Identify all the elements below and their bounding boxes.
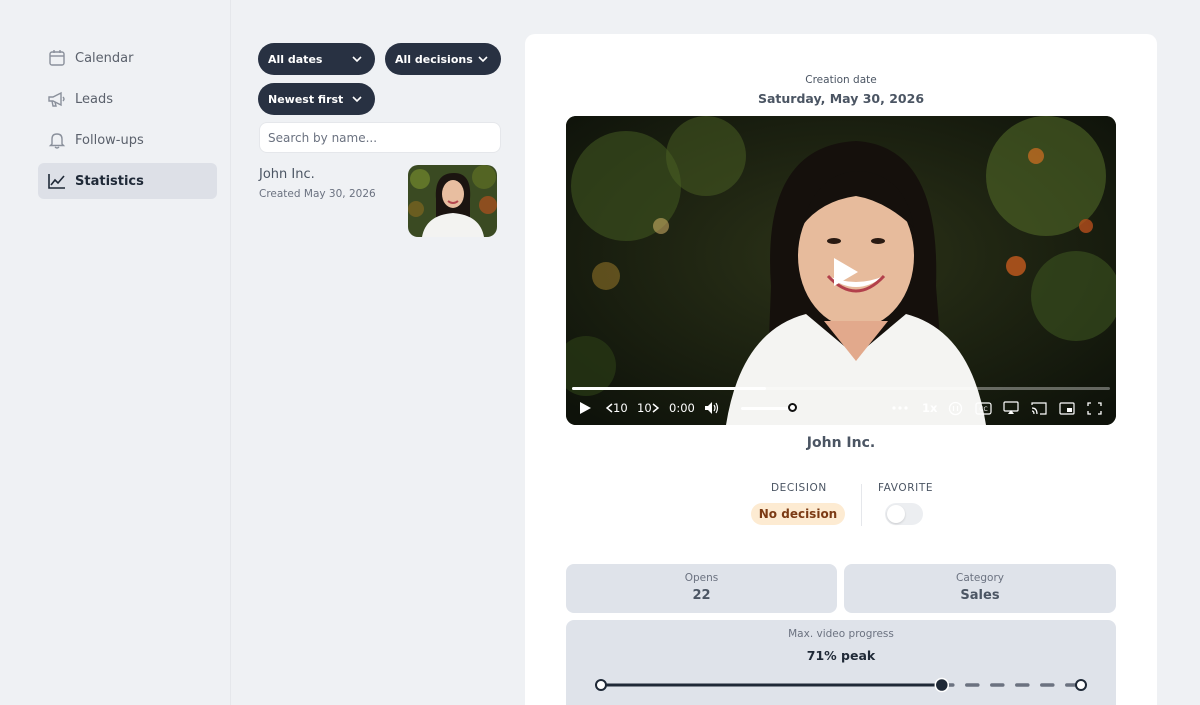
chevron-down-icon bbox=[352, 96, 362, 103]
opens-label: Opens bbox=[684, 572, 719, 584]
favorite-label: FAVORITE bbox=[878, 482, 934, 494]
lead-name: John Inc. bbox=[259, 167, 315, 182]
calendar-icon bbox=[47, 48, 67, 68]
sort-dropdown[interactable]: Newest first bbox=[258, 83, 375, 115]
search-input[interactable] bbox=[259, 122, 501, 153]
rewind-button[interactable]: 10 bbox=[606, 397, 628, 419]
bell-icon bbox=[47, 130, 67, 150]
decision-filter-dropdown[interactable]: All decisions bbox=[385, 43, 501, 75]
lead-detail-panel: Creation date Saturday, May 30, 2026 10 … bbox=[525, 34, 1157, 705]
creation-date: Saturday, May 30, 2026 bbox=[757, 91, 925, 106]
playback-speed[interactable]: 1x bbox=[922, 397, 937, 419]
lead-created-date: Created May 30, 2026 bbox=[259, 188, 376, 200]
sidebar-item-follow-ups[interactable]: Follow-ups bbox=[38, 122, 217, 158]
volume-icon[interactable] bbox=[704, 397, 720, 419]
megaphone-icon bbox=[47, 89, 67, 109]
decision-filter-label: All decisions bbox=[395, 52, 473, 66]
progress-peak-marker bbox=[934, 677, 950, 693]
lead-title: John Inc. bbox=[806, 435, 876, 451]
play-icon[interactable] bbox=[579, 397, 592, 419]
decision-badge[interactable]: No decision bbox=[751, 503, 845, 525]
category-card: Category Sales bbox=[844, 564, 1116, 613]
sidebar-item-label: Calendar bbox=[75, 50, 134, 66]
cast-icon[interactable] bbox=[1031, 397, 1047, 419]
sidebar-item-label: Leads bbox=[75, 91, 114, 107]
opens-value: 22 bbox=[692, 588, 711, 603]
date-filter-dropdown[interactable]: All dates bbox=[258, 43, 375, 75]
svg-text:CC: CC bbox=[979, 406, 987, 413]
category-value: Sales bbox=[960, 588, 1000, 603]
date-filter-label: All dates bbox=[268, 52, 323, 66]
sidebar-item-label: Statistics bbox=[75, 173, 144, 189]
captions-icon[interactable]: CC bbox=[975, 397, 992, 419]
opens-card: Opens 22 bbox=[566, 564, 837, 613]
rewind-icon bbox=[606, 403, 613, 413]
fullscreen-icon[interactable] bbox=[1087, 397, 1102, 419]
sidebar-item-statistics[interactable]: Statistics bbox=[38, 163, 217, 199]
forward-seconds: 10 bbox=[637, 401, 652, 415]
sort-label: Newest first bbox=[268, 92, 344, 106]
leads-list-panel: All dates All decisions Newest first Joh… bbox=[230, 0, 510, 705]
more-options-icon[interactable] bbox=[892, 397, 908, 419]
rewind-seconds: 10 bbox=[613, 401, 628, 415]
list-item[interactable]: John Inc. Created May 30, 2026 bbox=[259, 162, 499, 240]
volume-knob[interactable] bbox=[788, 403, 797, 412]
volume-slider[interactable] bbox=[741, 407, 793, 410]
current-time: 0:00 bbox=[669, 401, 695, 415]
forward-icon bbox=[652, 403, 659, 413]
airplay-icon[interactable] bbox=[1003, 397, 1019, 419]
sidebar-item-calendar[interactable]: Calendar bbox=[38, 40, 217, 76]
category-label: Category bbox=[956, 572, 1004, 584]
decision-label: DECISION bbox=[771, 482, 827, 494]
quality-icon[interactable] bbox=[948, 397, 963, 419]
forward-button[interactable]: 10 bbox=[637, 397, 659, 419]
picture-in-picture-icon[interactable] bbox=[1059, 397, 1075, 419]
progress-start-marker bbox=[595, 679, 607, 691]
video-player[interactable]: 10 10 0:00 1x CC bbox=[566, 116, 1116, 425]
video-progress-card: Max. video progress 71% peak bbox=[566, 620, 1116, 705]
chevron-down-icon bbox=[352, 56, 362, 63]
sidebar-item-label: Follow-ups bbox=[75, 132, 144, 148]
play-overlay-icon[interactable] bbox=[824, 252, 864, 292]
divider bbox=[861, 484, 862, 526]
progress-track bbox=[595, 677, 1087, 693]
lead-video-thumbnail[interactable] bbox=[408, 165, 497, 237]
favorite-toggle[interactable] bbox=[885, 503, 923, 525]
video-controls: 10 10 0:00 1x CC bbox=[566, 397, 1116, 419]
creation-date-label: Creation date bbox=[805, 74, 877, 86]
chart-line-icon bbox=[47, 171, 67, 191]
chevron-down-icon bbox=[478, 56, 488, 63]
video-seek-bar[interactable] bbox=[572, 387, 1110, 390]
sidebar-item-leads[interactable]: Leads bbox=[38, 81, 217, 117]
sidebar: Calendar Leads Follow-ups Statistics bbox=[0, 0, 230, 705]
progress-end-marker bbox=[1075, 679, 1087, 691]
toggle-knob bbox=[887, 505, 905, 523]
